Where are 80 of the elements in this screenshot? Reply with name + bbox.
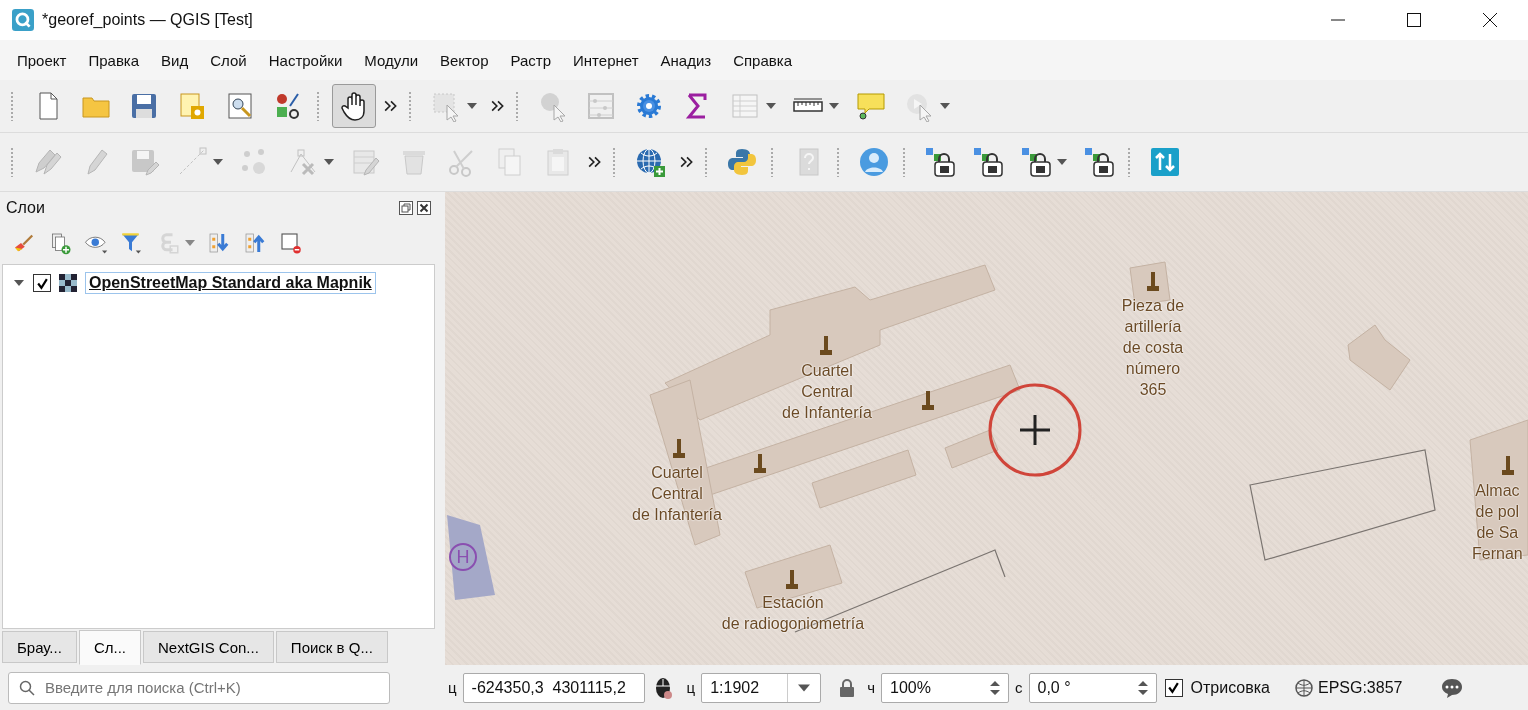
map-label: Estación de radiogoniometría xyxy=(721,593,865,634)
menu-item[interactable]: Вектор xyxy=(429,51,500,69)
padlock-icon[interactable] xyxy=(839,677,856,698)
python-icon xyxy=(726,146,758,178)
coordinate-field[interactable]: -624350,3 4301115,2 xyxy=(462,672,645,703)
layer-lock-icon xyxy=(924,146,956,178)
chevron-icon[interactable] xyxy=(491,100,505,112)
caret-icon xyxy=(467,103,477,109)
rotation-spinbox[interactable]: 0,0 ° xyxy=(1028,672,1157,703)
tool-button[interactable] xyxy=(332,84,376,128)
checkbox[interactable] xyxy=(1164,678,1183,697)
caret-icon xyxy=(185,240,195,246)
panel-title: Слои xyxy=(6,199,45,217)
menu-item[interactable]: Интернет xyxy=(562,51,650,69)
chevron-icon[interactable] xyxy=(588,156,602,168)
remove-layer-icon xyxy=(279,231,303,255)
speech-bubble-icon xyxy=(855,90,887,122)
chevron-icon[interactable] xyxy=(680,156,694,168)
magnifier-spinbox[interactable]: 100% xyxy=(881,672,1009,703)
render-label: Отрисовка xyxy=(1190,678,1270,697)
caret-icon xyxy=(213,159,223,165)
monument-icon xyxy=(752,452,768,474)
caret-icon xyxy=(940,103,950,109)
dock-tab[interactable]: Поиск в Q... xyxy=(275,631,388,663)
messages-icon[interactable] xyxy=(1440,676,1465,699)
globe-icon[interactable] xyxy=(1293,677,1314,698)
app-logo-icon xyxy=(12,9,34,31)
map-label: Almac de pol de Sa Fernan xyxy=(1472,481,1523,564)
globe-plus-icon xyxy=(634,146,666,178)
dock-tab[interactable]: Брау... xyxy=(2,631,77,663)
sync-icon xyxy=(1149,146,1181,178)
monument-icon xyxy=(671,437,687,459)
menu-item[interactable]: Модули xyxy=(353,51,429,69)
layer-lock-icon xyxy=(972,146,1004,178)
monument-icon xyxy=(818,334,834,356)
layer-lock-icon xyxy=(1083,146,1115,178)
crs-button[interactable]: EPSG:3857 xyxy=(1317,678,1403,697)
menu-item[interactable]: Настройки xyxy=(257,51,354,69)
magnifier-label: ч xyxy=(867,679,875,696)
rotation-label: с xyxy=(1015,679,1023,696)
caret-icon xyxy=(324,159,334,165)
menu-item[interactable]: Вид xyxy=(150,51,200,69)
menu-item[interactable]: Справка xyxy=(722,51,803,69)
monument-icon xyxy=(1145,270,1161,292)
menu-item[interactable]: Проект xyxy=(6,51,78,69)
coordinate-label: ц xyxy=(448,679,457,696)
map-label: Cuartel Central de Infantería xyxy=(632,463,722,525)
close-icon[interactable] xyxy=(417,201,431,215)
caret-icon xyxy=(766,103,776,109)
monument-icon xyxy=(1500,454,1516,476)
float-icon[interactable] xyxy=(399,201,413,215)
expand-all-icon xyxy=(207,231,231,255)
layer-name-field[interactable]: OpenStreetMap Standard aka Mapnik xyxy=(85,272,376,294)
map-label: Pieza de artillería de costa número 365 xyxy=(1121,296,1185,400)
chevron-icon[interactable] xyxy=(384,100,398,112)
collapse-all-icon xyxy=(243,231,267,255)
crosshair-marker-icon xyxy=(987,382,1083,478)
heliport-symbol: H xyxy=(449,543,477,571)
menu-item[interactable]: Растр xyxy=(499,51,563,69)
dock-tab[interactable]: NextGIS Con... xyxy=(142,631,274,663)
scale-label: ц xyxy=(686,679,696,696)
expand-arrow-icon[interactable] xyxy=(13,278,25,288)
monument-icon xyxy=(784,568,800,590)
monument-icon xyxy=(920,389,936,411)
caret-icon xyxy=(829,103,839,109)
menu-item[interactable]: Правка xyxy=(77,51,151,69)
caret-icon xyxy=(1057,159,1067,165)
raster-layer-icon xyxy=(59,274,77,292)
checkbox[interactable] xyxy=(33,274,51,292)
dock-tab[interactable]: Сл... xyxy=(78,630,141,665)
user-icon xyxy=(858,146,890,178)
map-label: Cuartel Central de Infantería xyxy=(782,361,872,423)
abacus-icon xyxy=(585,90,617,122)
menu-item[interactable]: Слой xyxy=(199,51,258,69)
window-title: *georef_points — QGIS [Test] xyxy=(42,11,253,29)
search-field[interactable]: Введите для поиска (Ctrl+K) xyxy=(8,671,390,704)
search-icon xyxy=(19,679,35,696)
scale-combobox[interactable]: 1:1902 xyxy=(701,672,822,703)
layer-lock-icon xyxy=(1020,146,1052,178)
menu-item[interactable]: Анадиз xyxy=(649,51,723,69)
